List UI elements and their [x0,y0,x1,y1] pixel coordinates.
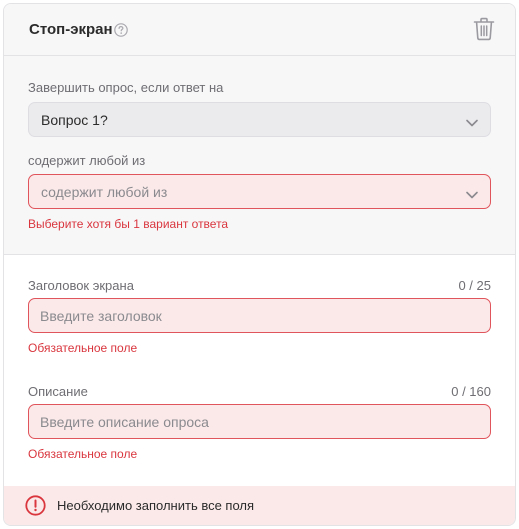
question-circle-icon[interactable] [114,23,128,37]
description-counter: 0 / 160 [451,384,491,399]
screen-title-error: Обязательное поле [28,341,138,355]
answer-options-error: Выберите хотя бы 1 вариант ответа [28,217,229,231]
chevron-down-icon [466,115,478,127]
answer-options-placeholder: содержит любой из [41,184,168,200]
card-header: Стоп-экран [4,4,515,56]
question-select-value: Вопрос 1? [41,112,108,128]
error-circle-icon [25,495,46,516]
screen-title-input[interactable] [28,298,491,333]
error-banner-text: Необходимо заполнить все поля [57,498,255,513]
question-label: Завершить опрос, если ответ на [28,80,224,95]
card-title: Стоп-экран [29,21,113,38]
answer-options-select[interactable]: содержит любой из [28,174,491,209]
screen-title-counter: 0 / 25 [458,278,491,293]
stop-screen-card: Стоп-экран Завершить опрос, если ответ н… [3,3,516,526]
chevron-down-icon [466,187,478,199]
condition-section: Завершить опрос, если ответ на Вопрос 1?… [4,56,515,255]
trash-icon[interactable] [473,17,495,41]
error-banner: Необходимо заполнить все поля [4,486,515,525]
screen-title-label: Заголовок экрана [28,278,134,293]
description-error: Обязательное поле [28,447,138,461]
contains-label: содержит любой из [28,153,146,168]
question-select[interactable]: Вопрос 1? [28,102,491,137]
description-label: Описание [28,384,88,399]
description-input[interactable] [28,404,491,439]
